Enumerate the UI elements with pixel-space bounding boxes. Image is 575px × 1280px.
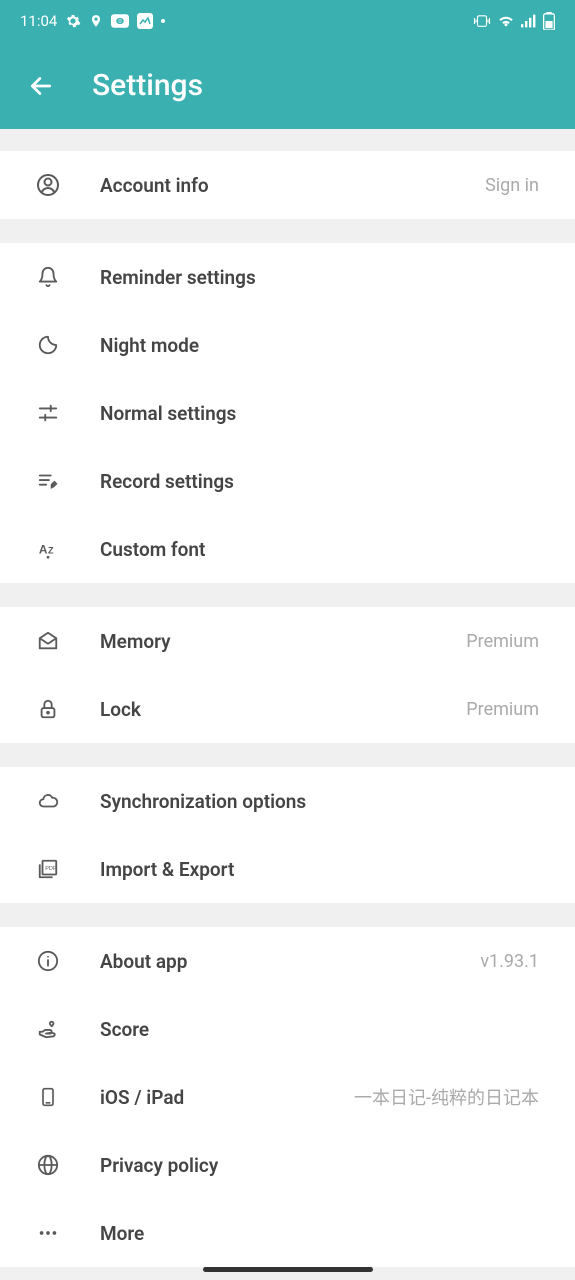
dot-status-icon bbox=[161, 19, 165, 23]
home-indicator[interactable] bbox=[203, 1267, 373, 1272]
row-sync[interactable]: Synchronization options bbox=[0, 767, 575, 835]
heart-hand-icon bbox=[36, 1017, 60, 1041]
status-time: 11:04 bbox=[20, 12, 57, 30]
row-about-app[interactable]: About app v1.93.1 bbox=[0, 927, 575, 995]
globe-icon bbox=[36, 1153, 60, 1177]
row-label: Account info bbox=[100, 174, 445, 197]
font-icon: AZ bbox=[36, 537, 60, 561]
row-label: Record settings bbox=[100, 470, 539, 493]
row-account-info[interactable]: Account info Sign in bbox=[0, 151, 575, 219]
row-label: Import & Export bbox=[100, 858, 539, 881]
section-premium: Memory Premium Lock Premium bbox=[0, 607, 575, 743]
svg-text:Z: Z bbox=[48, 546, 54, 556]
svg-text:A: A bbox=[39, 543, 48, 557]
battery-status-icon bbox=[543, 12, 555, 30]
row-more[interactable]: More bbox=[0, 1199, 575, 1267]
row-normal-settings[interactable]: Normal settings bbox=[0, 379, 575, 447]
row-tail: 一本日记-纯粹的日记本 bbox=[354, 1084, 539, 1110]
row-label: Synchronization options bbox=[100, 790, 539, 813]
row-night-mode[interactable]: Night mode bbox=[0, 311, 575, 379]
status-right bbox=[473, 12, 555, 30]
more-icon bbox=[36, 1221, 60, 1245]
row-privacy-policy[interactable]: Privacy policy bbox=[0, 1131, 575, 1199]
section-account: Account info Sign in bbox=[0, 151, 575, 219]
row-score[interactable]: Score bbox=[0, 995, 575, 1063]
phone-icon bbox=[36, 1085, 60, 1109]
row-label: Privacy policy bbox=[100, 1154, 539, 1177]
back-arrow-icon[interactable] bbox=[28, 73, 54, 99]
row-import-export[interactable]: PDF Import & Export bbox=[0, 835, 575, 903]
row-label: iOS / iPad bbox=[100, 1086, 314, 1109]
playlist-edit-icon bbox=[36, 469, 60, 493]
row-custom-font[interactable]: AZ Custom font bbox=[0, 515, 575, 583]
row-tail: Sign in bbox=[485, 175, 539, 196]
row-lock[interactable]: Lock Premium bbox=[0, 675, 575, 743]
info-icon bbox=[36, 949, 60, 973]
bell-icon bbox=[36, 265, 60, 289]
link-status-icon bbox=[111, 14, 129, 28]
location-status-icon bbox=[89, 13, 103, 29]
gear-status-icon bbox=[65, 13, 81, 29]
app-header: Settings bbox=[0, 42, 575, 129]
row-tail: Premium bbox=[466, 631, 539, 652]
app-status-icon bbox=[137, 13, 153, 29]
vibrate-status-icon bbox=[473, 14, 491, 28]
row-memory[interactable]: Memory Premium bbox=[0, 607, 575, 675]
lock-icon bbox=[36, 697, 60, 721]
row-label: Memory bbox=[100, 630, 426, 653]
row-record-settings[interactable]: Record settings bbox=[0, 447, 575, 515]
mail-open-icon bbox=[36, 629, 60, 653]
svg-text:PDF: PDF bbox=[45, 866, 57, 872]
page-title: Settings bbox=[92, 68, 203, 103]
signal-status-icon bbox=[521, 14, 537, 28]
row-label: Custom font bbox=[100, 538, 539, 561]
row-tail: Premium bbox=[466, 699, 539, 720]
row-label: About app bbox=[100, 950, 440, 973]
wifi-status-icon bbox=[497, 14, 515, 28]
row-tail: v1.93.1 bbox=[480, 951, 539, 972]
status-left: 11:04 bbox=[20, 12, 165, 30]
section-data: Synchronization options PDF Import & Exp… bbox=[0, 767, 575, 903]
row-label: Reminder settings bbox=[100, 266, 539, 289]
row-label: Lock bbox=[100, 698, 426, 721]
row-label: More bbox=[100, 1222, 539, 1245]
row-label: Score bbox=[100, 1018, 539, 1041]
account-icon bbox=[36, 173, 60, 197]
row-label: Normal settings bbox=[100, 402, 539, 425]
row-ios-ipad[interactable]: iOS / iPad 一本日记-纯粹的日记本 bbox=[0, 1063, 575, 1131]
cloud-icon bbox=[36, 789, 60, 813]
row-reminder-settings[interactable]: Reminder settings bbox=[0, 243, 575, 311]
pdf-icon: PDF bbox=[36, 857, 60, 881]
status-bar: 11:04 bbox=[0, 0, 575, 42]
sliders-icon bbox=[36, 401, 60, 425]
section-settings: Reminder settings Night mode Normal sett… bbox=[0, 243, 575, 583]
section-about: About app v1.93.1 Score iOS / iPad 一本日记-… bbox=[0, 927, 575, 1267]
row-label: Night mode bbox=[100, 334, 539, 357]
moon-icon bbox=[36, 333, 60, 357]
